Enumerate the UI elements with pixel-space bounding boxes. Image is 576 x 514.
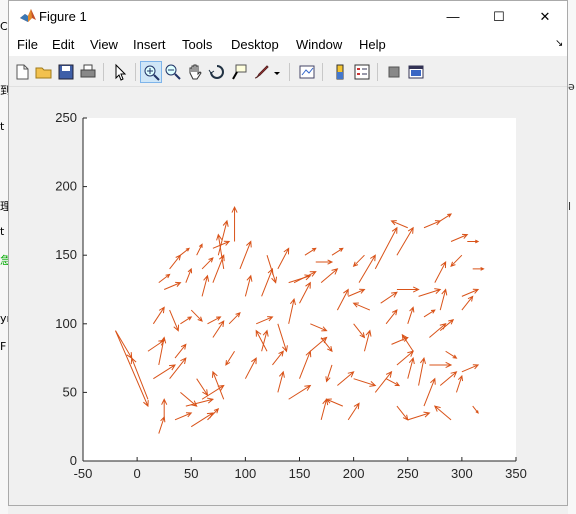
save-icon[interactable] xyxy=(55,61,77,83)
y-tick-label: 150 xyxy=(55,247,77,262)
x-tick-label: 50 xyxy=(184,466,198,481)
background-text: F xyxy=(0,340,7,353)
select-arrow-icon[interactable] xyxy=(109,61,131,83)
minimize-icon: — xyxy=(446,9,460,24)
x-tick-label: 200 xyxy=(343,466,365,481)
new-figure-icon[interactable] xyxy=(11,61,33,83)
toolbar-separator xyxy=(289,63,290,81)
link-plot-icon[interactable] xyxy=(296,61,318,83)
toolbar-separator xyxy=(322,63,323,81)
maximize-button[interactable]: ☐ xyxy=(476,1,522,32)
title-bar[interactable]: Figure 1 — ☐ ✕ xyxy=(9,1,567,32)
pan-icon[interactable] xyxy=(184,61,206,83)
menu-file[interactable]: File xyxy=(17,37,38,52)
zoom-in-icon[interactable] xyxy=(140,61,162,83)
menu-tools[interactable]: Tools xyxy=(182,37,212,52)
x-tick-label: 250 xyxy=(397,466,419,481)
background-text: t xyxy=(0,225,5,238)
legend-icon[interactable] xyxy=(351,61,373,83)
matlab-logo-icon xyxy=(20,9,36,22)
x-tick-label: 150 xyxy=(289,466,311,481)
x-tick-label: 100 xyxy=(235,466,257,481)
toolbar-separator xyxy=(377,63,378,81)
dock-figure-icon[interactable]: ↘ xyxy=(555,38,563,49)
background-app-right: ə l xyxy=(568,0,576,514)
show-plot-tools-icon[interactable] xyxy=(405,61,427,83)
axes-background xyxy=(83,118,516,461)
y-tick-label: 250 xyxy=(55,110,77,125)
window-title: Figure 1 xyxy=(39,9,87,24)
menu-help[interactable]: Help xyxy=(359,37,386,52)
figure-toolbar xyxy=(9,58,567,87)
maximize-icon: ☐ xyxy=(493,8,505,24)
menu-window[interactable]: Window xyxy=(296,37,342,52)
y-tick-label: 50 xyxy=(63,384,77,399)
x-tick-label: 0 xyxy=(134,466,141,481)
menu-edit[interactable]: Edit xyxy=(52,37,74,52)
menu-desktop[interactable]: Desktop xyxy=(231,37,279,52)
toolbar-separator xyxy=(103,63,104,81)
menu-view[interactable]: View xyxy=(90,37,118,52)
x-tick-label: 350 xyxy=(505,466,527,481)
background-text: t xyxy=(0,120,5,133)
minimize-button[interactable]: — xyxy=(430,1,476,32)
figure-canvas[interactable]: -50 0 50 100 150 200 250 300 350 0 50 100 150 200 250 xyxy=(9,87,567,505)
y-tick-label: 200 xyxy=(55,179,77,194)
y-tick-label: 0 xyxy=(70,453,77,468)
brush-icon[interactable] xyxy=(250,61,272,83)
zoom-out-icon[interactable] xyxy=(162,61,184,83)
y-tick-label: 100 xyxy=(55,316,77,331)
background-text: ə xyxy=(568,80,575,93)
colorbar-icon[interactable] xyxy=(329,61,351,83)
menu-insert[interactable]: Insert xyxy=(133,37,166,52)
background-text: l xyxy=(568,200,572,213)
toolbar-separator xyxy=(135,63,136,81)
quiver-plot[interactable]: -50 0 50 100 150 200 250 300 350050100150200250 xyxy=(9,87,567,505)
close-icon: ✕ xyxy=(539,8,551,24)
data-cursor-icon[interactable] xyxy=(228,61,250,83)
background-text: C xyxy=(0,20,8,33)
menu-bar: File Edit View Insert Tools Desktop Wind… xyxy=(9,32,567,56)
rotate-3d-icon[interactable] xyxy=(206,61,228,83)
x-tick-label: -50 xyxy=(74,466,93,481)
open-icon[interactable] xyxy=(33,61,55,83)
background-app-left: C 到 t 理 t 急 yı F xyxy=(0,0,11,514)
close-button[interactable]: ✕ xyxy=(522,1,568,32)
figure-window: Figure 1 — ☐ ✕ File Edit View Insert Too… xyxy=(8,0,568,506)
hide-plot-tools-icon[interactable] xyxy=(383,61,405,83)
brush-dropdown-icon[interactable] xyxy=(271,61,281,83)
print-icon[interactable] xyxy=(77,61,99,83)
x-tick-label: 300 xyxy=(451,466,473,481)
